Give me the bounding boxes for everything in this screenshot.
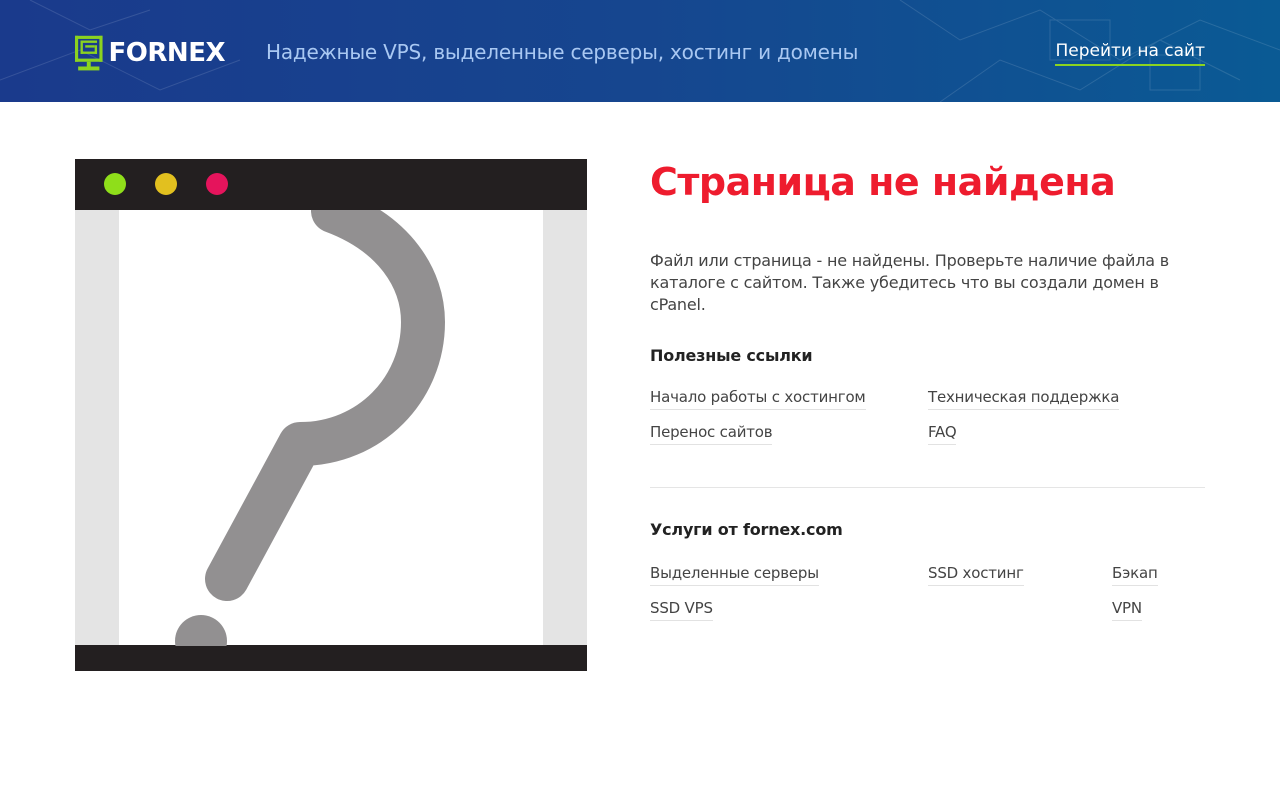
error-content: Страница не найдена Файл или страница - … — [650, 160, 1205, 457]
section-divider — [650, 487, 1205, 488]
logo-text: FORNEX — [108, 38, 226, 68]
useful-links-list: Начало работы с хостингом Техническая по… — [650, 387, 1205, 457]
window-dot-yellow-icon — [155, 173, 177, 195]
link-ssd-vps[interactable]: SSD VPS — [650, 598, 713, 621]
goto-site-link[interactable]: Перейти на сайт — [1055, 41, 1205, 66]
link-faq[interactable]: FAQ — [928, 422, 957, 445]
link-tech-support[interactable]: Техническая поддержка — [928, 387, 1119, 410]
link-backup[interactable]: Бэкап — [1112, 563, 1158, 586]
link-vpn[interactable]: VPN — [1112, 598, 1142, 621]
browser-bottom-bar — [75, 645, 587, 671]
useful-links-title: Полезные ссылки — [650, 345, 813, 365]
fornex-logo[interactable]: FORNEX — [75, 30, 226, 76]
link-dedicated-servers[interactable]: Выделенные серверы — [650, 563, 819, 586]
link-site-transfer[interactable]: Перенос сайтов — [650, 422, 773, 445]
services-title: Услуги от fornex.com — [650, 520, 843, 539]
services-list: Выделенные серверы SSD хостинг Бэкап SSD… — [650, 563, 1205, 633]
logo-mark-icon — [75, 35, 103, 70]
header-tagline: Надежные VPS, выделенные серверы, хостин… — [266, 40, 859, 64]
link-hosting-start[interactable]: Начало работы с хостингом — [650, 387, 866, 410]
browser-title-bar — [75, 159, 587, 210]
window-dot-red-icon — [206, 173, 228, 195]
error-description: Файл или страница - не найдены. Проверьт… — [650, 250, 1169, 314]
site-header: FORNEX Надежные VPS, выделенные серверы,… — [0, 0, 1280, 102]
link-ssd-hosting[interactable]: SSD хостинг — [928, 563, 1024, 586]
not-found-illustration — [75, 159, 587, 671]
window-dot-green-icon — [104, 173, 126, 195]
page-title: Страница не найдена — [650, 160, 1116, 204]
